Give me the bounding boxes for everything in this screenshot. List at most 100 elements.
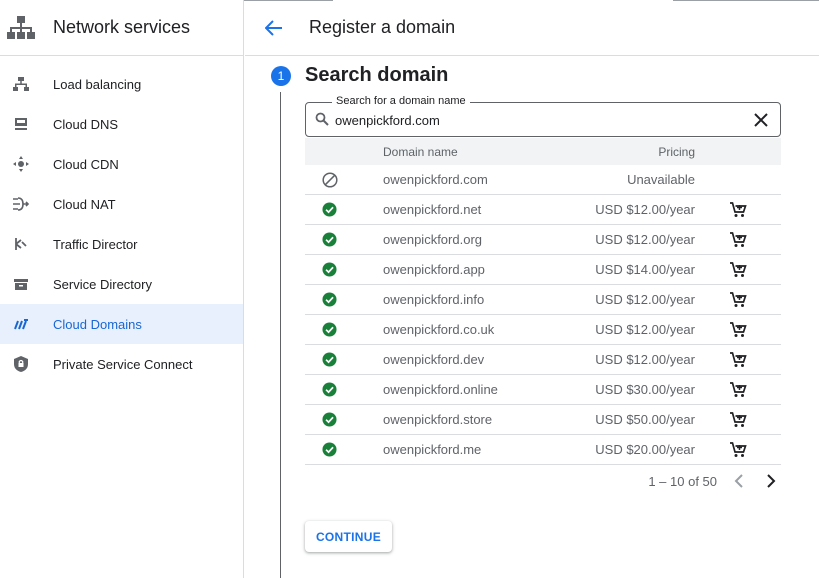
sidebar-item-cloud-cdn[interactable]: Cloud CDN [0,144,243,184]
table-body: owenpickford.com Unavailable owenpickford.… [305,165,781,465]
table-row: owenpickford.org USD $12.00/year [305,225,781,255]
continue-button[interactable]: CONTINUE [305,521,392,552]
sidebar-item-cloud-dns[interactable]: Cloud DNS [0,104,243,144]
sidebar-item-label: Traffic Director [53,236,138,252]
table-row: owenpickford.dev USD $12.00/year [305,345,781,375]
table-row: owenpickford.net USD $12.00/year [305,195,781,225]
pagination: 1 – 10 of 50 [305,470,781,492]
table-header: Domain name Pricing [305,138,781,165]
table-row: owenpickford.info USD $12.00/year [305,285,781,315]
domain-name-cell: owenpickford.org [383,232,482,247]
table-row: owenpickford.online USD $30.00/year [305,375,781,405]
domain-name-cell: owenpickford.me [383,442,482,457]
sidebar-item-service-directory[interactable]: Service Directory [0,264,243,304]
page-title: Register a domain [309,17,456,37]
check-circle-icon [322,412,337,427]
shield-lock-icon [12,355,30,373]
price-cell: USD $14.00/year [595,262,695,277]
check-circle-icon [322,232,337,247]
cloud-nat-icon [12,195,30,213]
add-to-cart-icon[interactable] [729,291,747,308]
price-cell: USD $30.00/year [595,382,695,397]
chevron-right-icon[interactable] [761,471,781,491]
table-row: owenpickford.com Unavailable [305,165,781,195]
sidebar-item-cloud-nat[interactable]: Cloud NAT [0,184,243,224]
sidebar-item-label: Cloud DNS [53,116,119,132]
service-directory-icon [12,275,30,293]
step-number-badge: 1 [271,66,291,86]
table-row: owenpickford.me USD $20.00/year [305,435,781,465]
clear-icon[interactable] [752,111,770,129]
add-to-cart-icon[interactable] [729,201,747,218]
check-circle-icon [322,292,337,307]
check-circle-icon [322,322,337,337]
main-panel: Register a domain 1 Search domain Search… [245,0,819,578]
price-cell: USD $12.00/year [595,292,695,307]
cloud-dns-icon [12,115,30,133]
add-to-cart-icon[interactable] [729,411,747,428]
sidebar-item-private-service-connect[interactable]: Private Service Connect [0,344,243,384]
sidebar-item-label: Service Directory [53,276,152,292]
column-header-domain-name: Domain name [383,144,458,159]
domain-name-cell: owenpickford.info [383,292,485,307]
domain-name-cell: owenpickford.app [383,262,485,277]
step-connector-line [280,92,281,578]
search-input[interactable] [335,110,735,130]
unavailable-icon [322,171,338,188]
sidebar-title: Network services [53,17,191,37]
check-circle-icon [322,382,337,397]
sidebar-item-label: Cloud CDN [53,156,119,172]
price-cell: USD $50.00/year [595,412,695,427]
domain-name-cell: owenpickford.online [383,382,498,397]
check-circle-icon [322,202,337,217]
sidebar-item-label: Cloud NAT [53,196,116,212]
price-cell: Unavailable [627,172,695,187]
sidebar-item-label: Load balancing [53,76,142,92]
sidebar-item-load-balancing[interactable]: Load balancing [0,64,243,104]
domain-name-cell: owenpickford.co.uk [383,322,495,337]
check-circle-icon [322,352,337,367]
sidebar: Network services Load balancing Cloud DN… [0,0,244,578]
pagination-range: 1 – 10 of 50 [648,473,717,489]
domain-name-cell: owenpickford.com [383,172,488,187]
cloud-domains-icon [12,315,30,333]
sidebar-item-label: Private Service Connect [53,356,193,372]
page-header: Register a domain [245,0,819,56]
domain-name-cell: owenpickford.store [383,412,493,427]
add-to-cart-icon[interactable] [729,321,747,338]
add-to-cart-icon[interactable] [729,381,747,398]
sidebar-nav: Load balancing Cloud DNS Cloud CDN Cloud… [0,56,243,384]
table-row: owenpickford.app USD $14.00/year [305,255,781,285]
add-to-cart-icon[interactable] [729,261,747,278]
price-cell: USD $12.00/year [595,202,695,217]
cloud-cdn-icon [12,155,30,173]
price-cell: USD $20.00/year [595,442,695,457]
column-header-pricing: Pricing [658,144,695,159]
domain-search-field: Search for a domain name [305,95,781,137]
back-arrow-icon[interactable] [263,17,285,39]
sidebar-item-traffic-director[interactable]: Traffic Director [0,224,243,264]
table-row: owenpickford.co.uk USD $12.00/year [305,315,781,345]
table-row: owenpickford.store USD $50.00/year [305,405,781,435]
sidebar-header: Network services [0,0,243,56]
load-balancing-icon [12,75,30,93]
network-services-icon [6,13,36,43]
traffic-director-icon [12,235,30,253]
price-cell: USD $12.00/year [595,352,695,367]
domain-name-cell: owenpickford.net [383,202,482,217]
domain-name-cell: owenpickford.dev [383,352,485,367]
price-cell: USD $12.00/year [595,232,695,247]
add-to-cart-icon[interactable] [729,351,747,368]
sidebar-item-cloud-domains[interactable]: Cloud Domains [0,304,243,344]
add-to-cart-icon[interactable] [729,231,747,248]
step-title: Search domain [305,64,449,86]
chevron-left-icon[interactable] [729,471,749,491]
price-cell: USD $12.00/year [595,322,695,337]
check-circle-icon [322,262,337,277]
search-field-label: Search for a domain name [332,95,470,107]
add-to-cart-icon[interactable] [729,441,747,458]
search-icon [315,112,331,128]
check-circle-icon [322,442,337,457]
domain-results-table: Domain name Pricing owenpickford.com Unav… [305,138,781,465]
sidebar-item-label: Cloud Domains [53,316,142,332]
